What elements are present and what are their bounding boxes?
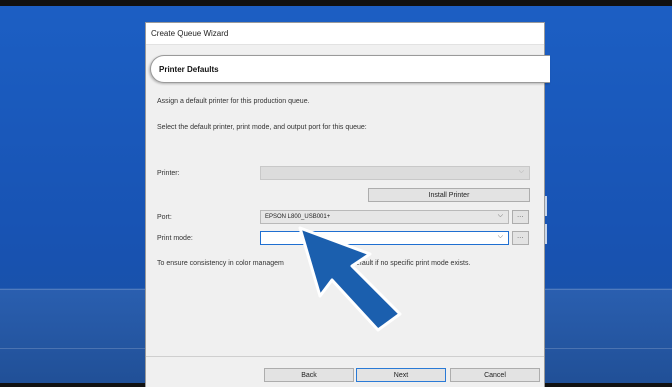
- intro-text-line1: Assign a default printer for this produc…: [157, 98, 310, 105]
- print-mode-browse-button[interactable]: ...: [512, 231, 529, 245]
- intro-text-line2: Select the default printer, print mode, …: [157, 124, 367, 131]
- dialog-edge-mark: [545, 196, 547, 216]
- port-select-value: EPSON L800_USB001+: [265, 214, 331, 220]
- chevron-down-icon: ⌵: [497, 233, 503, 240]
- printer-select[interactable]: ⌵: [260, 166, 530, 180]
- color-note-left: To ensure consistency in color managem: [157, 260, 284, 267]
- chevron-down-icon: ⌵: [518, 168, 524, 175]
- next-button[interactable]: Next: [356, 368, 446, 382]
- back-button[interactable]: Back: [264, 368, 354, 382]
- dialog-edge-mark: [545, 224, 547, 244]
- chevron-down-icon: ⌵: [497, 212, 503, 219]
- printer-label: Printer:: [157, 170, 180, 177]
- page-header: Printer Defaults: [150, 55, 550, 83]
- page-title: Printer Defaults: [159, 65, 219, 74]
- port-browse-button[interactable]: ...: [512, 210, 529, 224]
- arrow-cursor-icon: [298, 226, 402, 332]
- create-queue-wizard-dialog: Create Queue Wizard Printer Defaults Ass…: [145, 22, 550, 387]
- port-label: Port:: [157, 214, 172, 221]
- wizard-footer: Back Next Cancel: [146, 356, 544, 387]
- install-printer-button[interactable]: Install Printer: [368, 188, 530, 202]
- print-mode-label: Print mode:: [157, 235, 193, 242]
- cancel-button[interactable]: Cancel: [450, 368, 540, 382]
- screen-top-bezel: [0, 0, 672, 6]
- window-title: Create Queue Wizard: [146, 23, 544, 45]
